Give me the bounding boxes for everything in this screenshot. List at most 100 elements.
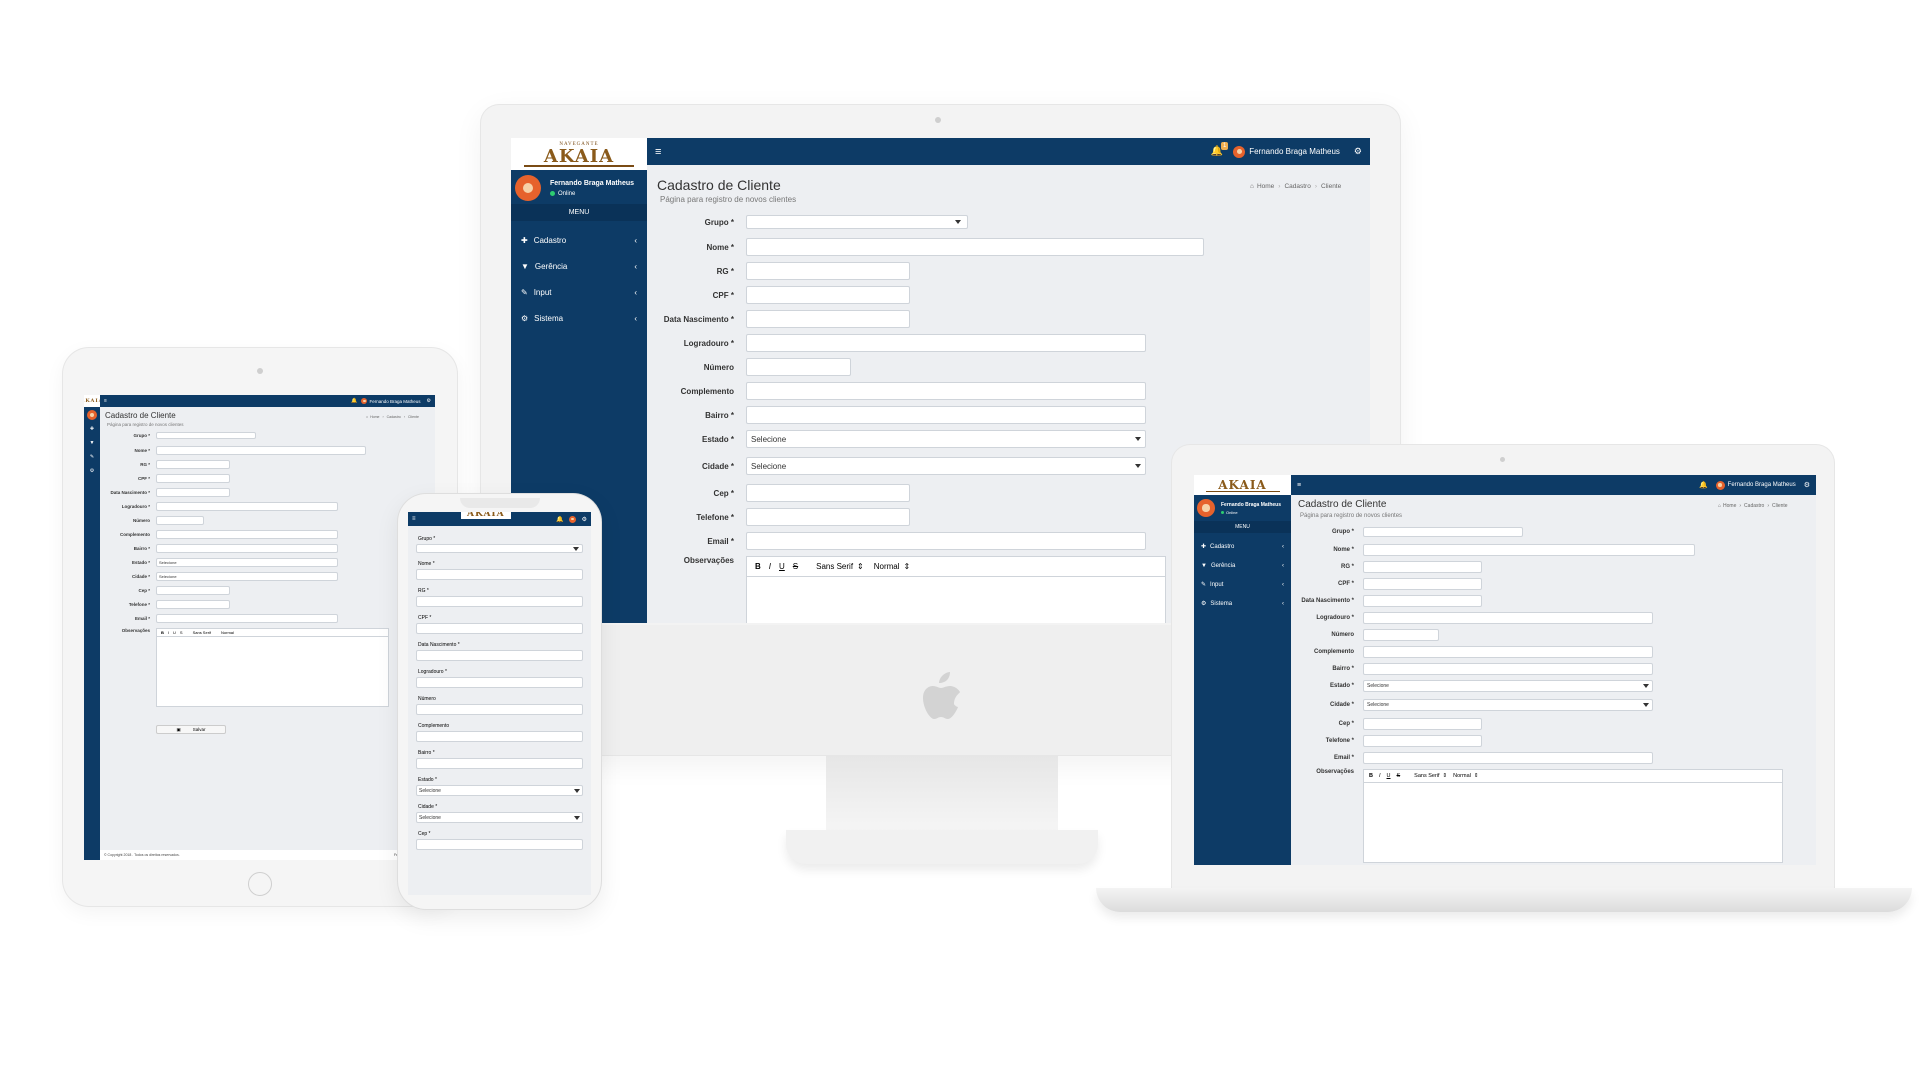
cidade-select[interactable]: Selecione xyxy=(416,812,583,823)
logradouro-input[interactable] xyxy=(156,502,338,511)
font-family-select[interactable]: Sans Serif xyxy=(1414,773,1439,779)
numero-input[interactable] xyxy=(746,358,851,376)
logradouro-input[interactable] xyxy=(746,334,1146,352)
nome-input[interactable] xyxy=(1363,544,1695,556)
logradouro-input[interactable] xyxy=(416,677,583,688)
sidebar-item-input[interactable]: ✎ Input ‹ xyxy=(511,279,647,305)
settings-share-icon[interactable]: ⚙ xyxy=(582,516,587,523)
sidebar-item-input[interactable]: ✎ Input ‹ xyxy=(1194,575,1291,594)
grupo-select[interactable] xyxy=(746,215,968,229)
nascimento-input[interactable] xyxy=(156,488,230,497)
navbar-avatar[interactable] xyxy=(568,515,576,523)
strike-button[interactable]: S xyxy=(793,562,798,571)
rg-input[interactable] xyxy=(156,460,230,469)
cep-input[interactable] xyxy=(746,484,910,502)
navbar-avatar[interactable] xyxy=(1233,145,1246,158)
editor-textarea[interactable] xyxy=(156,637,389,707)
bairro-input[interactable] xyxy=(416,758,583,769)
complemento-input[interactable] xyxy=(1363,646,1653,658)
filter-icon[interactable]: ▼ xyxy=(84,440,100,446)
breadcrumb-section[interactable]: Cadastro xyxy=(1744,503,1764,509)
strike-button[interactable]: S xyxy=(180,630,183,635)
editor-textarea[interactable] xyxy=(746,577,1166,623)
cep-input[interactable] xyxy=(416,839,583,850)
estado-select[interactable]: Selecione xyxy=(416,785,583,796)
estado-select[interactable]: Selecione xyxy=(1363,680,1653,692)
grupo-select[interactable] xyxy=(156,432,256,439)
bairro-input[interactable] xyxy=(1363,663,1653,675)
bairro-input[interactable] xyxy=(156,544,338,553)
estado-select[interactable]: Selecione xyxy=(746,430,1146,448)
brand-logo[interactable]: AKAIA xyxy=(1194,475,1291,495)
telefone-input[interactable] xyxy=(156,600,230,609)
user-avatar[interactable] xyxy=(87,410,97,420)
font-family-select[interactable]: Sans Serif xyxy=(193,630,211,635)
cidade-select[interactable]: Selecione xyxy=(156,572,338,581)
underline-button[interactable]: U xyxy=(779,562,785,571)
email-input[interactable] xyxy=(1363,752,1653,764)
nome-input[interactable] xyxy=(156,446,366,455)
settings-share-icon[interactable]: ⚙ xyxy=(1804,481,1810,489)
font-size-select[interactable]: Normal xyxy=(221,630,234,635)
edit-icon[interactable]: ✎ xyxy=(84,454,100,460)
font-size-select[interactable]: Normal xyxy=(874,562,900,571)
nascimento-input[interactable] xyxy=(746,310,910,328)
cep-input[interactable] xyxy=(156,586,230,595)
sidebar-item-cadastro[interactable]: ✚ Cadastro ‹ xyxy=(1194,537,1291,556)
breadcrumb-home[interactable]: Home xyxy=(1723,503,1736,509)
settings-share-icon[interactable]: ⚙ xyxy=(1354,146,1362,157)
cidade-select[interactable]: Selecione xyxy=(1363,699,1653,711)
sidebar-item-gerencia[interactable]: ▼ Gerência ‹ xyxy=(1194,556,1291,575)
plus-icon[interactable]: ✚ xyxy=(84,426,100,432)
telefone-input[interactable] xyxy=(1363,735,1482,747)
sidebar-item-sistema[interactable]: ⚙ Sistema ‹ xyxy=(1194,594,1291,613)
brand-logo[interactable]: AKAIA xyxy=(84,395,103,407)
font-size-select[interactable]: Normal xyxy=(1453,773,1471,779)
complemento-input[interactable] xyxy=(416,731,583,742)
hamburger-menu-icon[interactable]: ≡ xyxy=(104,398,107,404)
nascimento-input[interactable] xyxy=(1363,595,1482,607)
bold-button[interactable]: B xyxy=(161,630,164,635)
navbar-avatar[interactable] xyxy=(361,398,368,404)
user-avatar[interactable] xyxy=(515,175,541,201)
cpf-input[interactable] xyxy=(156,474,230,483)
cidade-select[interactable]: Selecione xyxy=(746,457,1146,475)
italic-button[interactable]: I xyxy=(769,562,771,571)
estado-select[interactable]: Selecione xyxy=(156,558,338,567)
grupo-select[interactable] xyxy=(1363,527,1523,537)
hamburger-menu-icon[interactable]: ≡ xyxy=(1297,482,1301,489)
rg-input[interactable] xyxy=(746,262,910,280)
hamburger-menu-icon[interactable]: ≡ xyxy=(655,146,661,158)
nascimento-input[interactable] xyxy=(416,650,583,661)
complemento-input[interactable] xyxy=(156,530,338,539)
numero-input[interactable] xyxy=(156,516,204,525)
notification-bell-icon[interactable]: 🔔 xyxy=(351,398,357,404)
cpf-input[interactable] xyxy=(416,623,583,634)
cpf-input[interactable] xyxy=(746,286,910,304)
navbar-user-name[interactable]: Fernando Braga Matheus xyxy=(369,399,420,404)
italic-button[interactable]: I xyxy=(168,630,169,635)
bairro-input[interactable] xyxy=(746,406,1146,424)
brand-logo[interactable]: NAVEGANTE AKAIA xyxy=(511,138,647,170)
user-avatar[interactable] xyxy=(1197,499,1215,517)
email-input[interactable] xyxy=(156,614,338,623)
notification-bell-icon[interactable]: 🔔 1 xyxy=(1211,142,1229,157)
editor-textarea[interactable] xyxy=(1363,783,1783,863)
home-button[interactable] xyxy=(248,872,272,896)
settings-share-icon[interactable]: ⚙ xyxy=(427,398,431,404)
breadcrumb-section[interactable]: Cadastro xyxy=(1284,183,1310,190)
navbar-user-name[interactable]: Fernando Braga Matheus xyxy=(1249,147,1340,156)
email-input[interactable] xyxy=(746,532,1146,550)
underline-button[interactable]: U xyxy=(173,630,176,635)
nome-input[interactable] xyxy=(416,569,583,580)
italic-button[interactable]: I xyxy=(1379,773,1381,779)
cep-input[interactable] xyxy=(1363,718,1482,730)
cogs-icon[interactable]: ⚙ xyxy=(84,468,100,474)
breadcrumb-section[interactable]: Cadastro xyxy=(387,415,401,419)
strike-button[interactable]: S xyxy=(1397,773,1401,779)
bold-button[interactable]: B xyxy=(755,562,761,571)
sidebar-item-cadastro[interactable]: ✚ Cadastro ‹ xyxy=(511,227,647,253)
rg-input[interactable] xyxy=(1363,561,1482,573)
rg-input[interactable] xyxy=(416,596,583,607)
telefone-input[interactable] xyxy=(746,508,910,526)
